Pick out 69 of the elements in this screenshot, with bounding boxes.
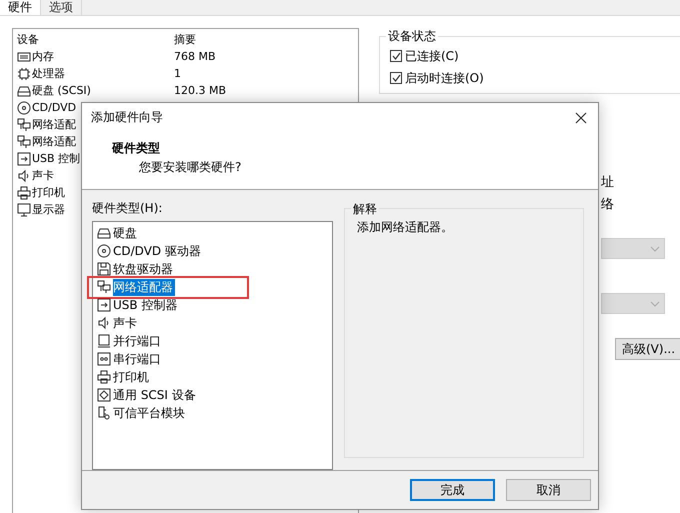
column-header: 摘要	[174, 32, 197, 47]
list-item[interactable]: 可信平台模块	[113, 404, 187, 422]
device-name: USB 控制	[32, 151, 80, 166]
list-item[interactable]: 打印机	[113, 368, 151, 386]
checkbox[interactable]	[390, 50, 402, 62]
advanced-button[interactable]: 高级(V)...	[615, 338, 680, 360]
list-item[interactable]: 硬盘	[113, 224, 139, 242]
printer-icon	[97, 370, 111, 384]
chevron-down-icon	[650, 300, 660, 306]
dialog-button[interactable]: 取消	[506, 479, 591, 501]
dialog-button[interactable]: 完成	[410, 479, 495, 501]
monitor-icon	[17, 202, 31, 216]
dialog-title: 添加硬件向导	[91, 109, 163, 126]
column-header: 设备	[17, 32, 40, 47]
tab[interactable]: 硬件	[0, 0, 41, 15]
network-icon	[97, 280, 111, 294]
speaker-icon	[97, 316, 111, 330]
chip-icon	[17, 66, 31, 80]
usb-icon	[97, 298, 111, 312]
device-summary: 120.3 MB	[174, 84, 228, 97]
list-item[interactable]: 声卡	[113, 314, 139, 332]
drive-icon	[97, 226, 111, 240]
speaker-icon	[17, 168, 31, 182]
list-item[interactable]: 通用 SCSI 设备	[113, 386, 198, 404]
port-icon	[97, 352, 111, 366]
list-item[interactable]: USB 控制器	[113, 296, 180, 314]
device-name: 打印机	[32, 185, 65, 200]
close-icon	[575, 112, 587, 124]
device-name: 声卡	[32, 168, 54, 183]
drive-icon	[17, 84, 31, 98]
disc-icon	[17, 100, 31, 114]
list-item[interactable]: 并行端口	[113, 332, 163, 350]
disc-icon	[97, 244, 111, 258]
device-name: CD/DVD	[32, 101, 76, 114]
list-item[interactable]: 网络适配器	[113, 278, 175, 296]
network-icon	[17, 134, 31, 148]
checkmark-icon	[392, 52, 400, 60]
printer-icon	[17, 186, 31, 200]
checkbox-label: 启动时连接(O)	[405, 70, 484, 86]
group-title: 设备状态	[386, 28, 438, 45]
port-icon	[97, 334, 111, 348]
label: 址	[601, 174, 614, 192]
network-icon	[17, 118, 31, 132]
device-summary: 1	[174, 67, 182, 80]
device-name: 硬盘 (SCSI)	[32, 83, 91, 98]
page-heading: 硬件类型	[112, 140, 161, 157]
checkbox[interactable]	[390, 72, 402, 84]
list-item[interactable]: 串行端口	[113, 350, 163, 368]
device-name: 网络适配	[32, 134, 76, 149]
label: 络	[601, 196, 614, 214]
usb-icon	[17, 152, 31, 166]
page-subheading: 您要安装哪类硬件?	[139, 159, 242, 176]
memory-icon	[17, 50, 31, 64]
device-name: 显示器	[32, 202, 65, 217]
explanation-text: 添加网络适配器。	[357, 220, 453, 234]
device-name: 处理器	[32, 66, 65, 81]
device-name: 网络适配	[32, 117, 76, 132]
group-title: 解释	[351, 201, 379, 218]
list-label: 硬件类型(H):	[92, 200, 164, 217]
device-name: 内存	[32, 49, 54, 64]
list-item[interactable]: CD/DVD 驱动器	[113, 242, 203, 260]
module-icon	[97, 406, 111, 420]
device-icon	[97, 388, 111, 402]
device-summary: 768 MB	[174, 50, 217, 63]
checkbox-label: 已连接(C)	[405, 48, 459, 64]
chevron-down-icon	[650, 246, 660, 252]
list-item[interactable]: 软盘驱动器	[113, 260, 175, 278]
floppy-icon	[97, 262, 111, 276]
checkmark-icon	[392, 74, 400, 82]
